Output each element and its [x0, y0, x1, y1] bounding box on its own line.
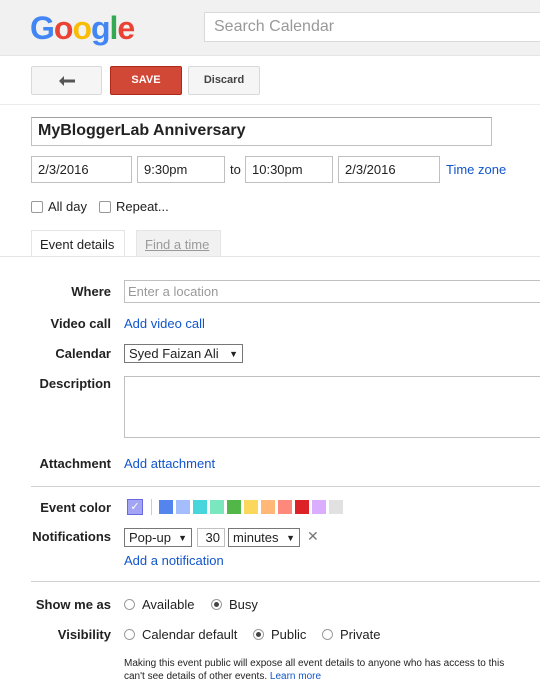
google-logo[interactable]: Google	[30, 10, 135, 47]
available-label: Available	[142, 597, 195, 612]
color-swatch[interactable]	[329, 500, 343, 514]
notification-amount-input[interactable]: 30	[197, 528, 225, 547]
notifications-label: Notifications	[32, 529, 111, 544]
calendar-default-label: Calendar default	[142, 627, 238, 642]
video-call-label: Video call	[50, 316, 111, 331]
divider	[0, 104, 540, 105]
repeat-label: Repeat...	[116, 199, 169, 214]
note-line-1: Making this event public will expose all…	[124, 658, 505, 669]
color-swatch[interactable]	[295, 500, 309, 514]
logo-letter-o1: o	[53, 10, 74, 46]
swatch-separator	[151, 499, 152, 515]
notification-type-value: Pop-up	[129, 530, 171, 545]
visibility-label: Visibility	[57, 627, 111, 642]
show-me-as-label: Show me as	[35, 597, 111, 612]
public-radio[interactable]	[253, 629, 264, 640]
color-swatch[interactable]	[244, 500, 258, 514]
available-radio[interactable]	[124, 599, 135, 610]
event-title-input[interactable]: MyBloggerLab Anniversary	[31, 117, 492, 146]
dropdown-arrow-icon: ▼	[178, 533, 187, 543]
close-icon[interactable]: ✕	[307, 528, 319, 545]
search-input[interactable]: Search Calendar	[204, 12, 540, 42]
description-label: Description	[39, 376, 111, 391]
calendar-select-value: Syed Faizan Ali	[129, 346, 219, 361]
calendar-default-radio[interactable]	[124, 629, 135, 640]
dropdown-arrow-icon: ▼	[229, 349, 238, 359]
learn-more-link[interactable]: Learn more	[270, 671, 321, 682]
logo-letter-l: l	[109, 10, 119, 46]
color-swatch[interactable]	[261, 500, 275, 514]
busy-radio[interactable]	[211, 599, 222, 610]
logo-letter-g2: g	[90, 10, 111, 46]
color-swatch[interactable]	[159, 500, 173, 514]
repeat-checkbox[interactable]	[99, 201, 111, 213]
notification-unit-select[interactable]: minutes ▼	[228, 528, 300, 547]
event-color-label: Event color	[40, 500, 111, 515]
dropdown-arrow-icon: ▼	[286, 533, 295, 543]
color-swatch[interactable]	[312, 500, 326, 514]
color-swatch-selected[interactable]: ✓	[127, 499, 143, 515]
logo-letter-e: e	[117, 10, 135, 46]
note-line-2-text: can't see details of other events.	[124, 671, 268, 682]
section-divider	[31, 581, 540, 582]
checkmark-icon: ✓	[130, 501, 140, 513]
logo-letter-g: G	[30, 10, 55, 46]
private-radio[interactable]	[322, 629, 333, 640]
back-button[interactable]	[31, 66, 102, 95]
tab-event-details[interactable]: Event details	[31, 230, 125, 257]
color-swatch[interactable]	[193, 500, 207, 514]
color-swatch[interactable]	[227, 500, 241, 514]
public-visibility-note: Making this event public will expose all…	[124, 657, 540, 683]
add-attachment-link[interactable]: Add attachment	[124, 456, 215, 471]
add-notification-link[interactable]: Add a notification	[124, 553, 224, 568]
attachment-label: Attachment	[39, 456, 111, 471]
save-button[interactable]: SAVE	[110, 66, 182, 95]
note-line-2: can't see details of other events. Learn…	[124, 670, 540, 683]
tabs-divider	[0, 256, 540, 257]
calendar-select[interactable]: Syed Faizan Ali ▼	[124, 344, 243, 363]
logo-letter-o2: o	[72, 10, 92, 46]
arrow-left-icon	[58, 76, 75, 86]
public-label: Public	[271, 627, 307, 642]
color-swatch[interactable]	[176, 500, 190, 514]
discard-button[interactable]: Discard	[188, 66, 260, 95]
add-video-call-link[interactable]: Add video call	[124, 316, 205, 331]
busy-label: Busy	[229, 597, 258, 612]
private-label: Private	[340, 627, 381, 642]
tab-find-a-time[interactable]: Find a time	[136, 230, 221, 257]
description-textarea[interactable]	[124, 376, 540, 438]
end-time-input[interactable]: 10:30pm	[245, 156, 333, 183]
start-date-input[interactable]: 2/3/2016	[31, 156, 132, 183]
all-day-label: All day	[48, 199, 88, 214]
end-date-input[interactable]: 2/3/2016	[338, 156, 440, 183]
time-zone-link[interactable]: Time zone	[446, 162, 506, 177]
notification-type-select[interactable]: Pop-up ▼	[124, 528, 192, 547]
where-label: Where	[71, 284, 111, 299]
top-bar: Google Search Calendar	[0, 0, 540, 56]
calendar-label: Calendar	[55, 346, 111, 361]
all-day-checkbox[interactable]	[31, 201, 43, 213]
section-divider	[31, 486, 540, 487]
color-swatch[interactable]	[210, 500, 224, 514]
to-label: to	[230, 162, 241, 177]
notification-unit-value: minutes	[233, 530, 279, 545]
location-input[interactable]: Enter a location	[124, 280, 540, 303]
color-swatch[interactable]	[278, 500, 292, 514]
start-time-input[interactable]: 9:30pm	[137, 156, 225, 183]
